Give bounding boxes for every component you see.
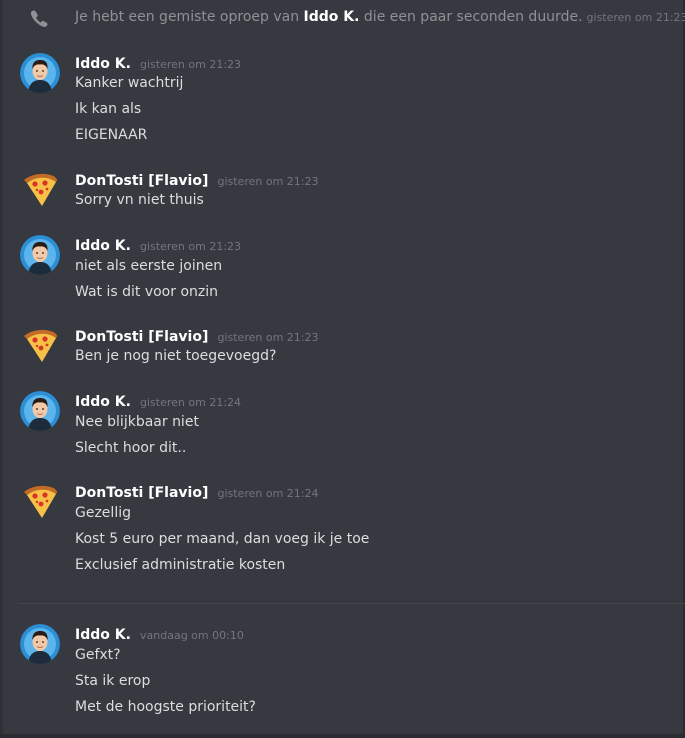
message-timestamp[interactable]: gisteren om 21:23 bbox=[140, 58, 241, 71]
message-timestamp[interactable]: gisteren om 21:23 bbox=[217, 331, 318, 344]
message-header: DonTosti [Flavio] gisteren om 21:23 bbox=[75, 326, 318, 346]
pizza-avatar-icon bbox=[24, 485, 58, 518]
message-text: Sta ik erop bbox=[75, 673, 151, 689]
avatar[interactable] bbox=[20, 482, 60, 522]
message-header: Iddo K. gisteren om 21:23 bbox=[75, 235, 241, 255]
message-text: Gezellig bbox=[75, 505, 131, 521]
message-timestamp[interactable]: vandaag om 00:10 bbox=[140, 629, 244, 642]
avatar[interactable] bbox=[20, 235, 60, 275]
message-group: Iddo K. gisteren om 21:23 niet als eerst… bbox=[0, 235, 685, 305]
caller-name[interactable]: Iddo K. bbox=[304, 9, 360, 25]
missed-call-icon bbox=[28, 8, 50, 28]
message-header: Iddo K. gisteren om 21:24 bbox=[75, 391, 241, 411]
avatar[interactable] bbox=[20, 624, 60, 664]
message-timestamp[interactable]: gisteren om 21:23 bbox=[140, 240, 241, 253]
message-timestamp[interactable]: gisteren om 21:24 bbox=[217, 487, 318, 500]
username[interactable]: Iddo K. bbox=[75, 238, 131, 254]
iddo-avatar-icon bbox=[20, 53, 60, 93]
message-text: Ben je nog niet toegevoegd? bbox=[75, 348, 277, 364]
message-text: Ik kan als bbox=[75, 101, 142, 117]
pizza-avatar-icon bbox=[24, 329, 58, 362]
username[interactable]: DonTosti [Flavio] bbox=[75, 173, 208, 189]
iddo-avatar-icon bbox=[20, 391, 60, 431]
pizza-avatar-icon bbox=[24, 173, 58, 206]
avatar[interactable] bbox=[20, 326, 60, 366]
message-text: Wat is dit voor onzin bbox=[75, 284, 218, 300]
bottom-border bbox=[0, 734, 685, 738]
new-day-divider bbox=[18, 603, 685, 604]
message-text: Exclusief administratie kosten bbox=[75, 557, 286, 573]
missed-call-prefix: Je hebt een gemiste oproep van bbox=[75, 9, 304, 25]
message-text: Kost 5 euro per maand, dan voeg ik je to… bbox=[75, 531, 370, 547]
missed-call-system-message: Je hebt een gemiste oproep van Iddo K. d… bbox=[0, 0, 685, 36]
username[interactable]: Iddo K. bbox=[75, 394, 131, 410]
message-text: Gefxt? bbox=[75, 647, 121, 663]
message-group: DonTosti [Flavio] gisteren om 21:24 Geze… bbox=[0, 482, 685, 582]
message-header: Iddo K. vandaag om 00:10 bbox=[75, 624, 244, 644]
message-text: Kanker wachtrij bbox=[75, 75, 184, 91]
avatar[interactable] bbox=[20, 53, 60, 93]
chat-message-list: Je hebt een gemiste oproep van Iddo K. d… bbox=[0, 0, 685, 738]
avatar[interactable] bbox=[20, 391, 60, 431]
message-text: EIGENAAR bbox=[75, 127, 148, 143]
message-text: niet als eerste joinen bbox=[75, 258, 223, 274]
message-text: Sorry vn niet thuis bbox=[75, 192, 204, 208]
message-header: Iddo K. gisteren om 21:23 bbox=[75, 53, 241, 73]
username[interactable]: DonTosti [Flavio] bbox=[75, 329, 208, 345]
message-group: DonTosti [Flavio] gisteren om 21:23 Ben … bbox=[0, 326, 685, 371]
message-text: Nee blijkbaar niet bbox=[75, 414, 199, 430]
message-text: Slecht hoor dit.. bbox=[75, 440, 187, 456]
message-group: Iddo K. vandaag om 00:10 Gefxt? Sta ik e… bbox=[0, 624, 685, 724]
avatar[interactable] bbox=[20, 170, 60, 210]
message-group: Iddo K. gisteren om 21:23 Kanker wachtri… bbox=[0, 53, 685, 153]
message-timestamp[interactable]: gisteren om 21:23 bbox=[217, 175, 318, 188]
missed-call-text: Je hebt een gemiste oproep van Iddo K. d… bbox=[75, 8, 685, 27]
message-text: Met de hoogste prioriteit? bbox=[75, 699, 256, 715]
message-group: Iddo K. gisteren om 21:24 Nee blijkbaar … bbox=[0, 391, 685, 461]
message-timestamp[interactable]: gisteren om 21:24 bbox=[140, 396, 241, 409]
message-header: DonTosti [Flavio] gisteren om 21:24 bbox=[75, 482, 318, 502]
iddo-avatar-icon bbox=[20, 235, 60, 275]
message-header: DonTosti [Flavio] gisteren om 21:23 bbox=[75, 170, 318, 190]
username[interactable]: Iddo K. bbox=[75, 627, 131, 643]
message-timestamp[interactable]: gisteren om 21:23 bbox=[587, 11, 685, 24]
iddo-avatar-icon bbox=[20, 624, 60, 664]
message-group: DonTosti [Flavio] gisteren om 21:23 Sorr… bbox=[0, 170, 685, 215]
missed-call-suffix: die een paar seconden duurde. bbox=[359, 9, 583, 25]
username[interactable]: Iddo K. bbox=[75, 56, 131, 72]
username[interactable]: DonTosti [Flavio] bbox=[75, 485, 208, 501]
